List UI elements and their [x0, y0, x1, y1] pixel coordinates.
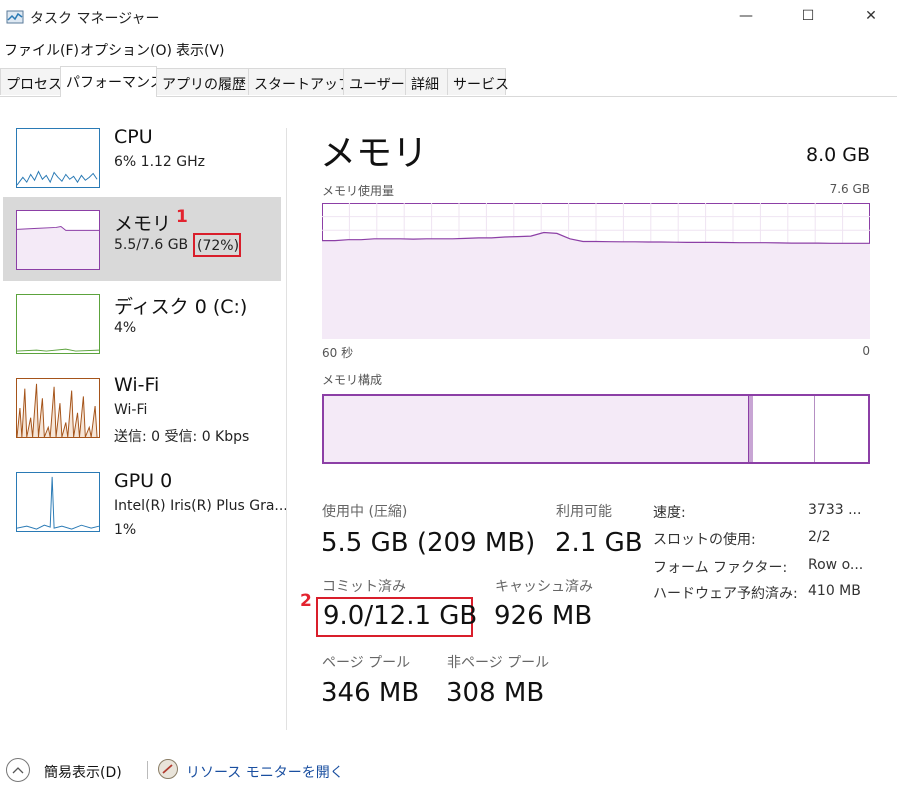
footer-bar: [0, 752, 897, 792]
memory-composition-bar: [322, 394, 870, 464]
gpu-thumbnail-graph: [16, 472, 100, 532]
pane-divider[interactable]: [286, 128, 287, 730]
close-button[interactable]: ✕: [848, 0, 894, 32]
menu-view[interactable]: 表示(V): [176, 40, 225, 60]
disk-thumbnail-graph: [16, 294, 100, 354]
sidebar-memory-percent: (72%): [197, 238, 240, 254]
sidebar-memory-usage: 5.5/7.6 GB: [114, 237, 189, 253]
menu-file[interactable]: ファイル(F): [4, 40, 79, 60]
axis-right-label: 0: [862, 344, 870, 358]
tab-services[interactable]: サービス: [447, 68, 509, 95]
title-bar: タスク マネージャー — ☐ ✕: [0, 0, 897, 36]
available-label: 利用可能: [556, 504, 612, 520]
sidebar-cpu-usage: 6% 1.12 GHz: [114, 154, 206, 170]
memory-thumbnail-graph: [16, 210, 100, 270]
sidebar-item-cpu[interactable]: CPU 6% 1.12 GHz: [3, 114, 281, 198]
annotation-marker-1: 1: [176, 207, 188, 227]
task-manager-app-icon: [6, 10, 24, 24]
sidebar-wifi-adapter: Wi-Fi: [114, 402, 148, 418]
minimize-icon: —: [739, 8, 753, 24]
spec-slots-key: スロットの使用:: [653, 532, 756, 548]
chevron-up-icon: [12, 767, 24, 774]
tab-details[interactable]: 詳細: [405, 68, 448, 95]
committed-value: 9.0/12.1 GB: [323, 601, 478, 631]
available-value: 2.1 GB: [555, 528, 643, 558]
cached-label: キャッシュ済み: [495, 579, 593, 595]
sidebar-wifi-title: Wi-Fi: [114, 374, 160, 396]
composition-standby: [752, 396, 815, 462]
axis-left-label: 60 秒: [322, 346, 354, 360]
close-icon: ✕: [865, 8, 877, 24]
tab-processes[interactable]: プロセス: [0, 68, 62, 95]
highlight-box-committed: 9.0/12.1 GB: [316, 597, 477, 637]
sidebar-wifi-throughput: 送信: 0 受信: 0 Kbps: [114, 429, 250, 445]
paged-pool-value: 346 MB: [321, 678, 420, 708]
sidebar-gpu-model: Intel(R) Iris(R) Plus Gra...: [114, 498, 288, 514]
fewer-details-toggle[interactable]: [6, 758, 30, 782]
tab-startup[interactable]: スタートアップ: [248, 68, 352, 95]
in-use-value: 5.5 GB (209 MB): [321, 528, 536, 558]
spec-form-factor-key: フォーム ファクター:: [653, 560, 788, 576]
nonpaged-pool-value: 308 MB: [446, 678, 545, 708]
maximize-button[interactable]: ☐: [785, 0, 831, 32]
tab-app-history[interactable]: アプリの履歴: [156, 68, 249, 95]
minimize-button[interactable]: —: [723, 0, 769, 32]
resource-monitor-icon: [158, 759, 178, 779]
open-resource-monitor-link[interactable]: リソース モニターを開く: [186, 762, 344, 782]
sidebar-cpu-title: CPU: [114, 126, 153, 148]
spec-speed-value: 3733 ...: [808, 502, 862, 518]
total-memory: 8.0 GB: [805, 144, 870, 166]
fewer-details-link[interactable]: 簡易表示(D): [44, 762, 122, 782]
usage-area: [322, 232, 870, 339]
sidebar-item-wifi[interactable]: Wi-Fi Wi-Fi 送信: 0 受信: 0 Kbps: [3, 364, 281, 448]
sidebar-gpu-usage: 1%: [114, 522, 137, 538]
spec-speed-key: 速度:: [653, 505, 686, 521]
spec-hw-reserved-key: ハードウェア予約済み:: [653, 586, 798, 602]
usage-graph-max: 7.6 GB: [829, 182, 870, 196]
sidebar-memory-title: メモリ: [114, 213, 172, 235]
composition-in-use: [324, 396, 749, 462]
composition-label: メモリ構成: [322, 373, 383, 387]
maximize-icon: ☐: [801, 8, 815, 24]
cached-value: 926 MB: [494, 601, 593, 631]
highlight-box-percent: (72%): [193, 233, 241, 257]
spec-slots-value: 2/2: [808, 529, 831, 545]
cpu-thumbnail-graph: [16, 128, 100, 188]
wifi-thumbnail-graph: [16, 378, 100, 438]
tab-users[interactable]: ユーザー: [343, 68, 406, 95]
sidebar-item-memory[interactable]: メモリ 5.5/7.6 GB (72%): [3, 197, 281, 281]
memory-usage-chart: [322, 203, 870, 339]
menu-options[interactable]: オプション(O): [80, 40, 172, 60]
page-title: メモリ: [320, 133, 429, 174]
nonpaged-pool-label: 非ページ プール: [447, 655, 550, 671]
sidebar-disk-usage: 4%: [114, 320, 137, 336]
usage-graph-label: メモリ使用量: [322, 184, 395, 198]
sidebar-disk-title: ディスク 0 (C:): [114, 296, 248, 318]
paged-pool-label: ページ プール: [322, 655, 411, 671]
in-use-label: 使用中 (圧縮): [322, 504, 408, 520]
sidebar-item-gpu[interactable]: GPU 0 Intel(R) Iris(R) Plus Gra... 1%: [3, 460, 288, 544]
spec-hw-reserved-value: 410 MB: [808, 583, 861, 599]
sidebar-item-disk[interactable]: ディスク 0 (C:) 4%: [3, 280, 281, 364]
tab-performance[interactable]: パフォーマンス: [60, 66, 164, 97]
sidebar-gpu-title: GPU 0: [114, 470, 173, 492]
window-title: タスク マネージャー: [30, 11, 160, 27]
spec-form-factor-value: Row o...: [808, 557, 864, 573]
annotation-marker-2: 2: [300, 591, 312, 611]
footer-separator: [147, 761, 148, 779]
committed-label: コミット済み: [322, 579, 406, 595]
